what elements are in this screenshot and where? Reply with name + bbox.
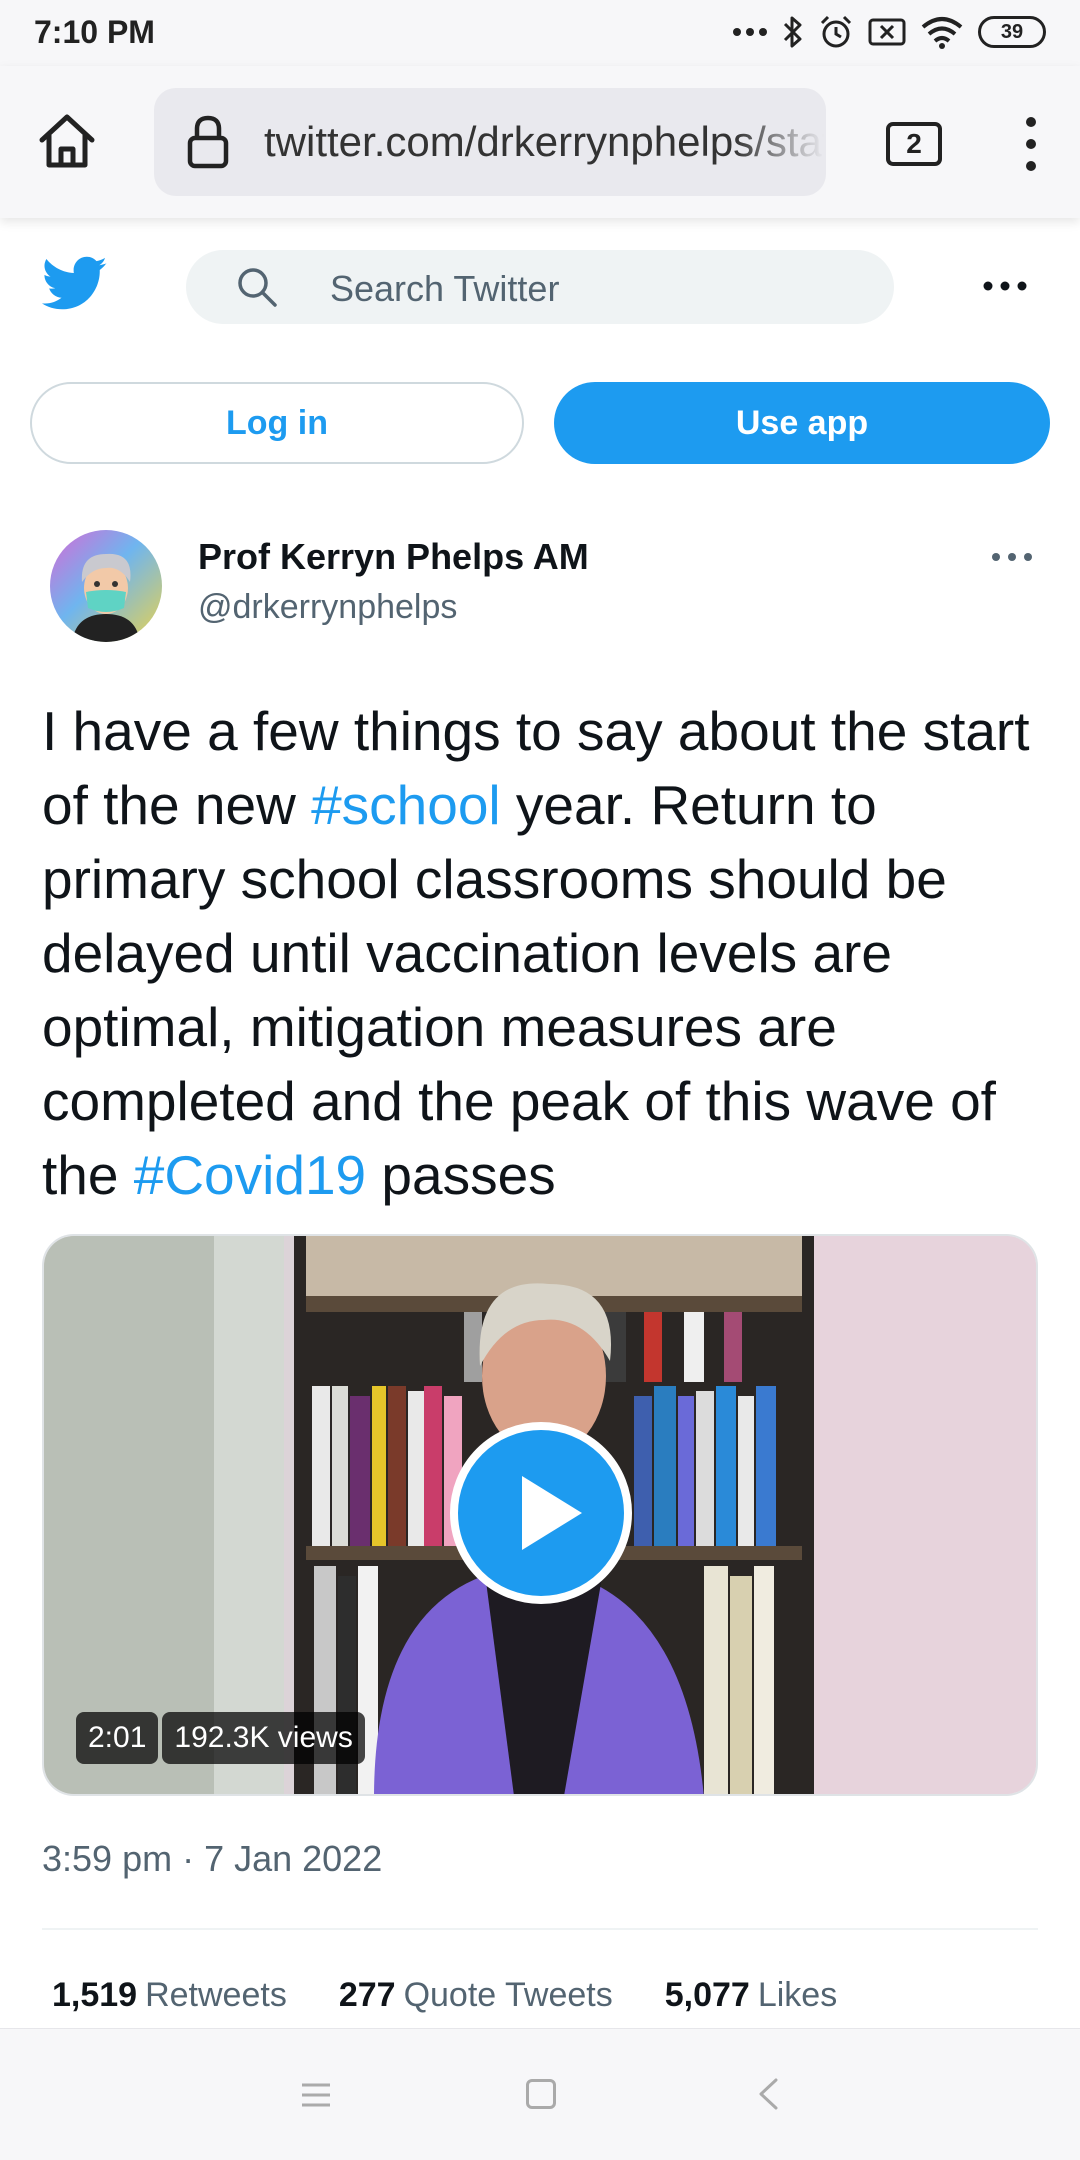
likes-stat[interactable]: 5,077 Likes <box>665 1976 837 2015</box>
retweets-stat[interactable]: 1,519 Retweets <box>52 1976 287 2015</box>
divider <box>42 1928 1038 1930</box>
no-sim-icon <box>868 18 906 46</box>
recent-apps-icon[interactable] <box>300 2081 332 2109</box>
use-app-button[interactable]: Use app <box>554 382 1050 464</box>
tabs-icon[interactable]: 2 <box>886 122 942 166</box>
address-bar[interactable]: twitter.com/drkerrynphelps/status <box>154 88 826 196</box>
video-views: 192.3K views <box>162 1712 365 1764</box>
more-dots-icon <box>733 28 767 36</box>
tweet-more-icon[interactable] <box>990 548 1034 566</box>
system-nav-bar <box>0 2028 1080 2160</box>
battery-icon: 39 <box>978 16 1046 48</box>
nav-back-icon[interactable] <box>756 2077 780 2111</box>
avatar[interactable] <box>50 530 162 642</box>
browser-toolbar: twitter.com/drkerrynphelps/status 2 <box>0 66 1080 218</box>
retweets-label: Retweets <box>145 1976 287 2014</box>
url-text: twitter.com/drkerrynphelps/status <box>264 118 824 165</box>
quote-tweets-label: Quote Tweets <box>403 1976 613 2014</box>
wifi-icon <box>921 17 963 49</box>
quote-tweets-stat[interactable]: 277 Quote Tweets <box>339 1976 613 2015</box>
status-time: 7:10 PM <box>34 14 155 50</box>
play-button[interactable] <box>450 1422 632 1604</box>
hashtag-link[interactable]: #Covid19 <box>134 1144 366 1206</box>
video-badges: 2:01 192.3K views <box>76 1712 365 1764</box>
more-icon[interactable] <box>982 276 1028 296</box>
play-icon <box>522 1476 582 1550</box>
tweet-timestamp[interactable]: 3:59 pm · 7 Jan 2022 <box>42 1838 382 1880</box>
quote-tweets-count: 277 <box>338 1976 396 2014</box>
video-duration: 2:01 <box>76 1712 159 1764</box>
lock-icon <box>187 115 229 169</box>
nav-home-icon[interactable] <box>526 2079 556 2109</box>
overflow-menu-icon[interactable] <box>1018 114 1044 174</box>
hashtag-link[interactable]: #school <box>311 774 501 836</box>
login-button[interactable]: Log in <box>30 382 524 464</box>
tweet-text: I have a few things to say about the sta… <box>42 694 1052 1212</box>
bluetooth-icon <box>783 16 802 48</box>
likes-label: Likes <box>757 1976 838 2014</box>
search-icon <box>238 268 277 307</box>
author-name[interactable]: Prof Kerryn Phelps AM <box>198 536 589 578</box>
alarm-icon <box>820 15 852 48</box>
home-icon[interactable] <box>36 110 98 172</box>
tweet-stats: 1,519 Retweets 277 Quote Tweets 5,077 Likes <box>52 1976 837 2015</box>
tweet-text-part: passes <box>366 1144 556 1206</box>
search-placeholder: Search Twitter <box>330 268 560 309</box>
search-input[interactable]: Search Twitter <box>186 250 894 324</box>
twitter-logo-icon[interactable] <box>42 256 108 312</box>
video-player[interactable]: 2:01 192.3K views <box>42 1234 1038 1796</box>
status-bar: 7:10 PM 39 <box>0 0 1080 66</box>
author-handle[interactable]: @drkerrynphelps <box>198 588 457 627</box>
status-icons: 39 <box>732 12 1046 52</box>
likes-count: 5,077 <box>664 1976 750 2014</box>
tweet-text-part: year. Return to primary school classroom… <box>42 774 996 1206</box>
retweets-count: 1,519 <box>52 1976 138 2014</box>
